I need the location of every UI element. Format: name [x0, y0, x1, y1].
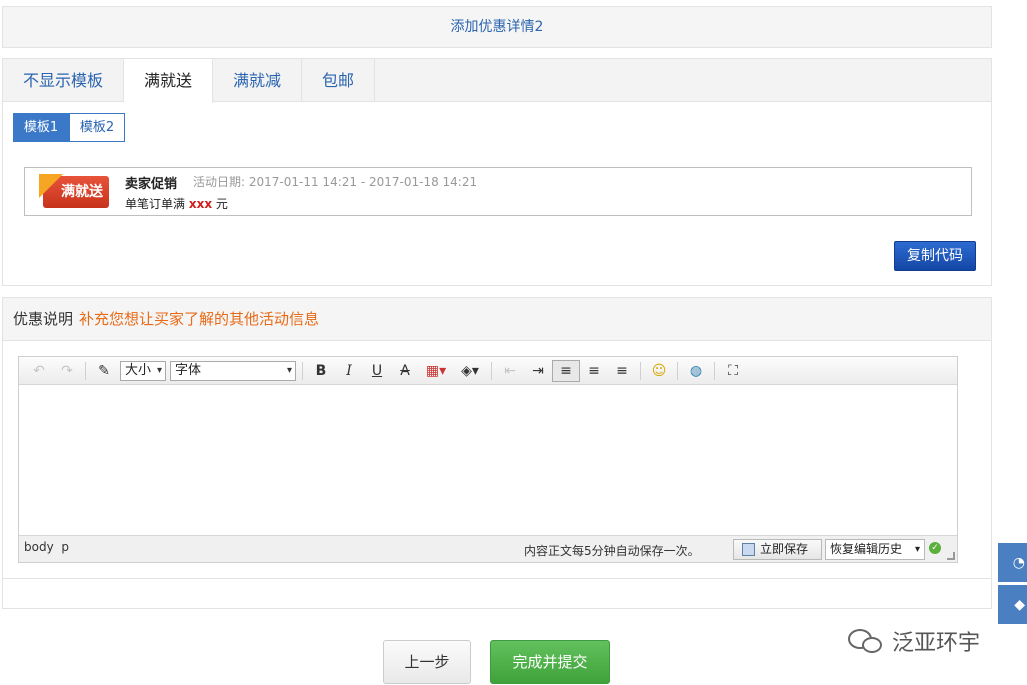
toolbar-separator	[714, 361, 715, 380]
undo-icon[interactable]: ↶	[25, 360, 53, 382]
toolbar-separator	[302, 361, 303, 380]
italic-icon[interactable]: I	[335, 360, 363, 382]
font-size-select[interactable]: 大小	[120, 360, 166, 381]
background-color-icon[interactable]: ◈▾	[453, 360, 487, 382]
promo-date-label: 活动日期:	[193, 175, 246, 189]
link-icon[interactable]: ◍	[682, 360, 710, 382]
template-1-button[interactable]: 模板1	[13, 113, 69, 142]
fullscreen-icon[interactable]: ⛶	[719, 360, 747, 382]
resize-handle-icon[interactable]	[947, 552, 955, 560]
indent-icon[interactable]: ⇥	[524, 360, 552, 382]
underline-icon[interactable]: U	[363, 360, 391, 382]
promo-condition-value: xxx	[188, 197, 213, 211]
align-left-icon[interactable]: ≡	[552, 359, 580, 382]
toolbar-separator	[85, 361, 86, 380]
editor-statusbar: body p 内容正文每5分钟自动保存一次。 立即保存 恢复编辑历史 ✓	[19, 535, 957, 562]
promo-condition-suffix: 元	[215, 197, 228, 211]
description-title: 优惠说明	[13, 310, 74, 328]
element-path: body p	[24, 540, 69, 554]
tab-discount-on-spend[interactable]: 满就减	[213, 59, 303, 101]
toolbar-separator	[677, 361, 678, 380]
previous-step-button[interactable]: 上一步	[383, 640, 471, 684]
promo-date-range: 2017-01-11 14:21 - 2017-01-18 14:21	[248, 175, 478, 189]
copy-code-button[interactable]: 复制代码	[894, 241, 976, 271]
page-title: 添加优惠详情2	[450, 19, 544, 35]
save-now-button[interactable]: 立即保存	[733, 539, 822, 560]
emoticon-icon[interactable]: ☺	[645, 360, 673, 382]
save-disk-icon	[742, 543, 755, 556]
promo-preview-card: 满就送 卖家促销 活动日期: 2017-01-11 14:21 - 2017-0…	[24, 167, 972, 216]
bold-icon[interactable]: B	[307, 360, 335, 382]
font-family-select[interactable]: 字体	[170, 360, 296, 381]
promo-title: 卖家促销	[125, 177, 178, 192]
watermark-text: 泛亚环宇	[892, 631, 981, 656]
save-now-label: 立即保存	[760, 542, 809, 556]
status-ok-icon: ✓	[929, 542, 941, 554]
editor-toolbar: ↶ ↷ ✎ 大小 字体 B I U A ▦▾ ◈▾ ⇤ ⇥ ≡ ≡ ≡ ☺ ◍ …	[19, 357, 957, 385]
path-p[interactable]: p	[61, 540, 69, 554]
redo-icon[interactable]: ↷	[53, 360, 81, 382]
description-header: 优惠说明 补充您想让买家了解的其他活动信息	[3, 298, 991, 341]
font-color-icon[interactable]: ▦▾	[419, 360, 453, 382]
page-header: 添加优惠详情2	[2, 6, 992, 48]
side-edit-icon[interactable]: ◆	[998, 585, 1027, 624]
template-tabs: 不显示模板 满就送 满就减 包邮	[3, 59, 991, 103]
wechat-watermark: 泛亚环宇	[848, 625, 980, 657]
autosave-notice: 内容正文每5分钟自动保存一次。	[524, 544, 700, 558]
toolbar-separator	[491, 361, 492, 380]
align-right-icon[interactable]: ≡	[608, 360, 636, 382]
toolbar-separator	[640, 361, 641, 380]
outdent-icon[interactable]: ⇤	[496, 360, 524, 382]
promo-condition: 单笔订单满 xxx 元	[125, 195, 228, 212]
promo-logo-corner-icon	[39, 174, 63, 198]
wechat-icon	[848, 627, 884, 655]
promo-date: 活动日期: 2017-01-11 14:21 - 2017-01-18 14:2…	[193, 173, 477, 190]
side-toolbar: ◔ ◆	[998, 543, 1027, 627]
finish-submit-button[interactable]: 完成并提交	[490, 640, 610, 684]
align-center-icon[interactable]: ≡	[580, 360, 608, 382]
description-hint: 补充您想让买家了解的其他活动信息	[79, 310, 320, 328]
format-painter-icon[interactable]: ✎	[90, 360, 118, 382]
promo-template-panel: 不显示模板 满就送 满就减 包邮 模板1 模板2 满就送 卖家促销 活动日期: …	[2, 58, 992, 286]
promo-logo: 满就送	[39, 174, 111, 210]
tab-no-template[interactable]: 不显示模板	[3, 59, 125, 101]
template-switcher: 模板1 模板2	[13, 113, 125, 142]
editor-content-area[interactable]	[19, 385, 957, 535]
strikethrough-icon[interactable]: A	[391, 360, 419, 382]
promo-condition-prefix: 单笔订单满	[125, 197, 186, 211]
tab-gift-on-spend[interactable]: 满就送	[124, 59, 214, 103]
template-2-button[interactable]: 模板2	[69, 113, 125, 142]
path-body[interactable]: body	[24, 540, 54, 554]
rich-text-editor: ↶ ↷ ✎ 大小 字体 B I U A ▦▾ ◈▾ ⇤ ⇥ ≡ ≡ ≡ ☺ ◍ …	[18, 356, 958, 563]
restore-history-select[interactable]: 恢复编辑历史	[825, 539, 925, 560]
description-panel: 优惠说明补充您想让买家了解的其他活动信息 ↶ ↷ ✎ 大小 字体 B I U A…	[2, 297, 992, 609]
tab-free-shipping[interactable]: 包邮	[302, 59, 376, 101]
side-chat-icon[interactable]: ◔	[998, 543, 1027, 582]
panel-divider	[3, 578, 991, 579]
